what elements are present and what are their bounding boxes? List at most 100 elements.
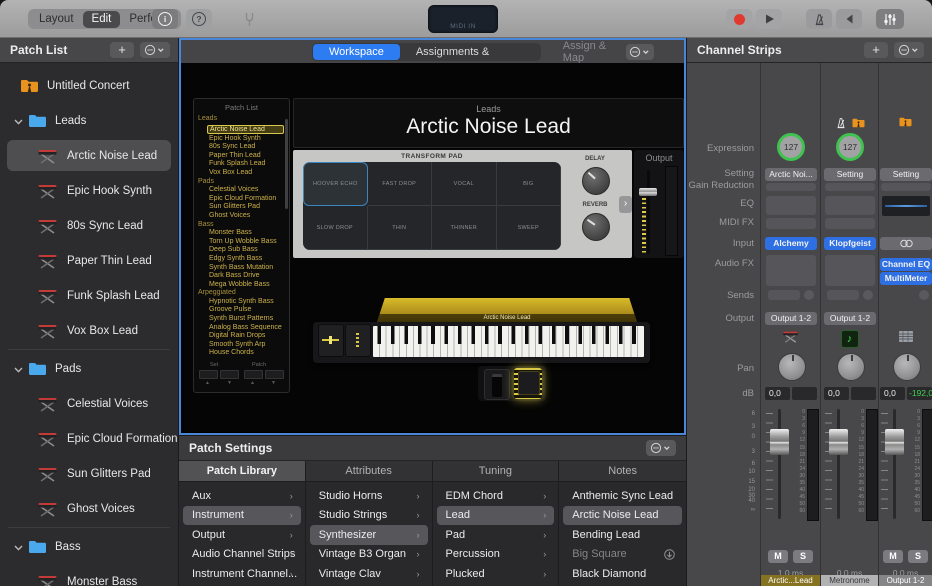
transform-pad-cell[interactable]: THIN	[368, 206, 433, 250]
eq-thumbnail[interactable]	[882, 196, 930, 216]
sends-knob[interactable]	[863, 290, 873, 300]
sidebar-item-untitled-concert[interactable]: Untitled Concert	[0, 68, 178, 103]
expression-knob[interactable]: 127	[777, 133, 805, 161]
library-item[interactable]: Vintage B3 Organ›	[310, 545, 428, 565]
patch-display-a[interactable]	[244, 370, 263, 379]
transform-pad-cell[interactable]: SWEEP	[497, 206, 562, 250]
sidebar-item-pads[interactable]: Pads	[0, 351, 178, 386]
tab-workspace[interactable]: Workspace	[313, 44, 400, 60]
output-button[interactable]: Output 1-2	[824, 312, 876, 325]
onscreen-patch-item[interactable]: Celestial Voices	[207, 186, 284, 195]
keyboard-keys[interactable]	[373, 326, 644, 357]
tab-notes[interactable]: Notes	[559, 461, 686, 482]
expression-pedal[interactable]	[484, 369, 510, 400]
expression-knob[interactable]: 127	[836, 133, 864, 161]
channel-strip-name[interactable]: Output 1-2	[879, 575, 932, 586]
sustain-pedal-active[interactable]	[514, 368, 542, 399]
black-keys[interactable]	[373, 326, 644, 344]
volume-fader[interactable]: 03691215182124303540455060	[765, 407, 819, 522]
tab-assignments-mappings[interactable]: Assignments & Mappings	[400, 44, 540, 60]
onscreen-patch-item[interactable]: Epic Cloud Formation	[207, 195, 284, 204]
patch-list-action-menu[interactable]	[140, 42, 170, 58]
patch-display-b[interactable]	[265, 370, 284, 379]
library-item[interactable]: Bending Lead	[563, 525, 682, 545]
sends-knob[interactable]	[919, 290, 929, 300]
set-up-icon[interactable]: ▲	[205, 380, 210, 386]
sidebar-item-paper-thin-lead[interactable]: Paper Thin Lead	[0, 243, 178, 278]
pitch-bend-wheel[interactable]	[318, 324, 344, 357]
setting-button[interactable]: Setting	[824, 168, 876, 181]
library-item[interactable]: Aux›	[183, 486, 301, 506]
onscreen-patch-item[interactable]: Sun Glitters Pad	[207, 203, 284, 212]
record-button[interactable]	[726, 9, 752, 29]
mute-button[interactable]: M	[768, 550, 788, 563]
channel-strips-toggle-button[interactable]	[876, 9, 904, 29]
chevron-down-icon[interactable]	[14, 538, 24, 556]
patch-up-icon[interactable]: ▲	[250, 380, 255, 386]
library-item[interactable]: Studio Horns›	[310, 486, 428, 506]
gain-reduction-slot[interactable]	[766, 183, 816, 191]
audio-fx-button[interactable]: Channel EQ	[880, 258, 932, 271]
gain-reduction-slot[interactable]	[881, 183, 931, 191]
onscreen-patch-item[interactable]: Mega Wobble Bass	[207, 281, 284, 290]
library-item[interactable]: Plucked›	[437, 564, 555, 584]
onscreen-patch-item[interactable]: Hypnotic Synth Bass	[207, 298, 284, 307]
set-down-icon[interactable]: ▼	[227, 380, 232, 386]
library-item[interactable]: Output›	[183, 525, 301, 545]
library-item[interactable]: Instrument Channel...›	[183, 564, 301, 584]
chevron-down-icon[interactable]	[14, 360, 24, 378]
sidebar-item-leads[interactable]: Leads	[0, 103, 178, 138]
library-item[interactable]: Big Square	[563, 545, 682, 565]
help-button[interactable]: ?	[186, 9, 212, 29]
eq-slot[interactable]	[766, 196, 816, 215]
onscreen-patch-item-selected[interactable]: Arctic Noise Lead	[207, 125, 284, 134]
mod-wheel[interactable]	[345, 324, 371, 357]
sidebar-item-ghost-voices[interactable]: Ghost Voices	[0, 491, 178, 526]
setting-button[interactable]: Setting	[880, 168, 932, 181]
input-plugin-button[interactable]: Klopfgeist	[824, 237, 876, 250]
master-mute-button[interactable]	[836, 9, 862, 29]
fader-handle[interactable]	[829, 429, 848, 455]
patch-list-scrollbar[interactable]	[285, 119, 288, 209]
library-item[interactable]: Studio Strings›	[310, 506, 428, 526]
sends-slot[interactable]	[827, 290, 859, 300]
onscreen-patch-item[interactable]: Monster Bass	[207, 229, 284, 238]
play-button[interactable]	[756, 9, 782, 29]
mute-button[interactable]: M	[883, 550, 903, 563]
set-display-b[interactable]	[220, 370, 239, 379]
tab-attributes[interactable]: Attributes	[306, 461, 432, 482]
onscreen-patch-item[interactable]: Analog Bass Sequence	[207, 324, 284, 333]
add-channel-strip-button[interactable]: +	[864, 42, 888, 58]
onscreen-patch-item[interactable]: Ghost Voices	[207, 212, 284, 221]
transform-pad-cell[interactable]: FAST DROP	[368, 162, 433, 206]
tab-tuning[interactable]: Tuning	[433, 461, 559, 482]
library-item[interactable]: EDM Chord›	[437, 486, 555, 506]
sidebar-item-vox-box-lead[interactable]: Vox Box Lead	[0, 313, 178, 348]
sidebar-item-80s-sync-lead[interactable]: 80s Sync Lead	[0, 208, 178, 243]
onscreen-patch-item[interactable]: Synth Burst Patterns	[207, 315, 284, 324]
onscreen-patch-item[interactable]: Deep Sub Bass	[207, 246, 284, 255]
channel-strip-name[interactable]: Metronome	[821, 575, 878, 586]
solo-button[interactable]: S	[908, 550, 928, 563]
download-icon[interactable]	[664, 549, 675, 563]
onscreen-patch-item[interactable]: Groove Pulse	[207, 306, 284, 315]
input-plugin-button[interactable]: Alchemy	[765, 237, 817, 250]
transform-pad-cell[interactable]: BIG	[497, 162, 562, 206]
pan-knob[interactable]	[893, 353, 921, 381]
sidebar-item-epic-cloud-formation[interactable]: Epic Cloud Formation	[0, 421, 178, 456]
sidebar-item-funk-splash-lead[interactable]: Funk Splash Lead	[0, 278, 178, 313]
transform-pad-cell[interactable]: SLOW DROP	[303, 206, 368, 250]
onscreen-patch-item[interactable]: Synth Bass Mutation	[207, 264, 284, 273]
transform-pad-cell[interactable]: VOCAL	[432, 162, 497, 206]
fader-handle[interactable]	[770, 429, 789, 455]
sidebar-item-bass[interactable]: Bass	[0, 529, 178, 564]
pan-knob[interactable]	[778, 353, 806, 381]
sidebar-item-sun-glitters-pad[interactable]: Sun Glitters Pad	[0, 456, 178, 491]
mode-button-edit[interactable]: Edit	[83, 11, 121, 28]
audio-fx-slot[interactable]	[766, 255, 816, 286]
setting-button[interactable]: Arctic Noi...	[765, 168, 817, 181]
output-button[interactable]: Output 1-2	[765, 312, 817, 325]
onscreen-patch-item[interactable]: Smooth Synth Arp	[207, 341, 284, 350]
channel-strip-name[interactable]: Arctic...Lead	[761, 575, 820, 586]
onscreen-patch-item[interactable]: 80s Sync Lead	[207, 143, 284, 152]
